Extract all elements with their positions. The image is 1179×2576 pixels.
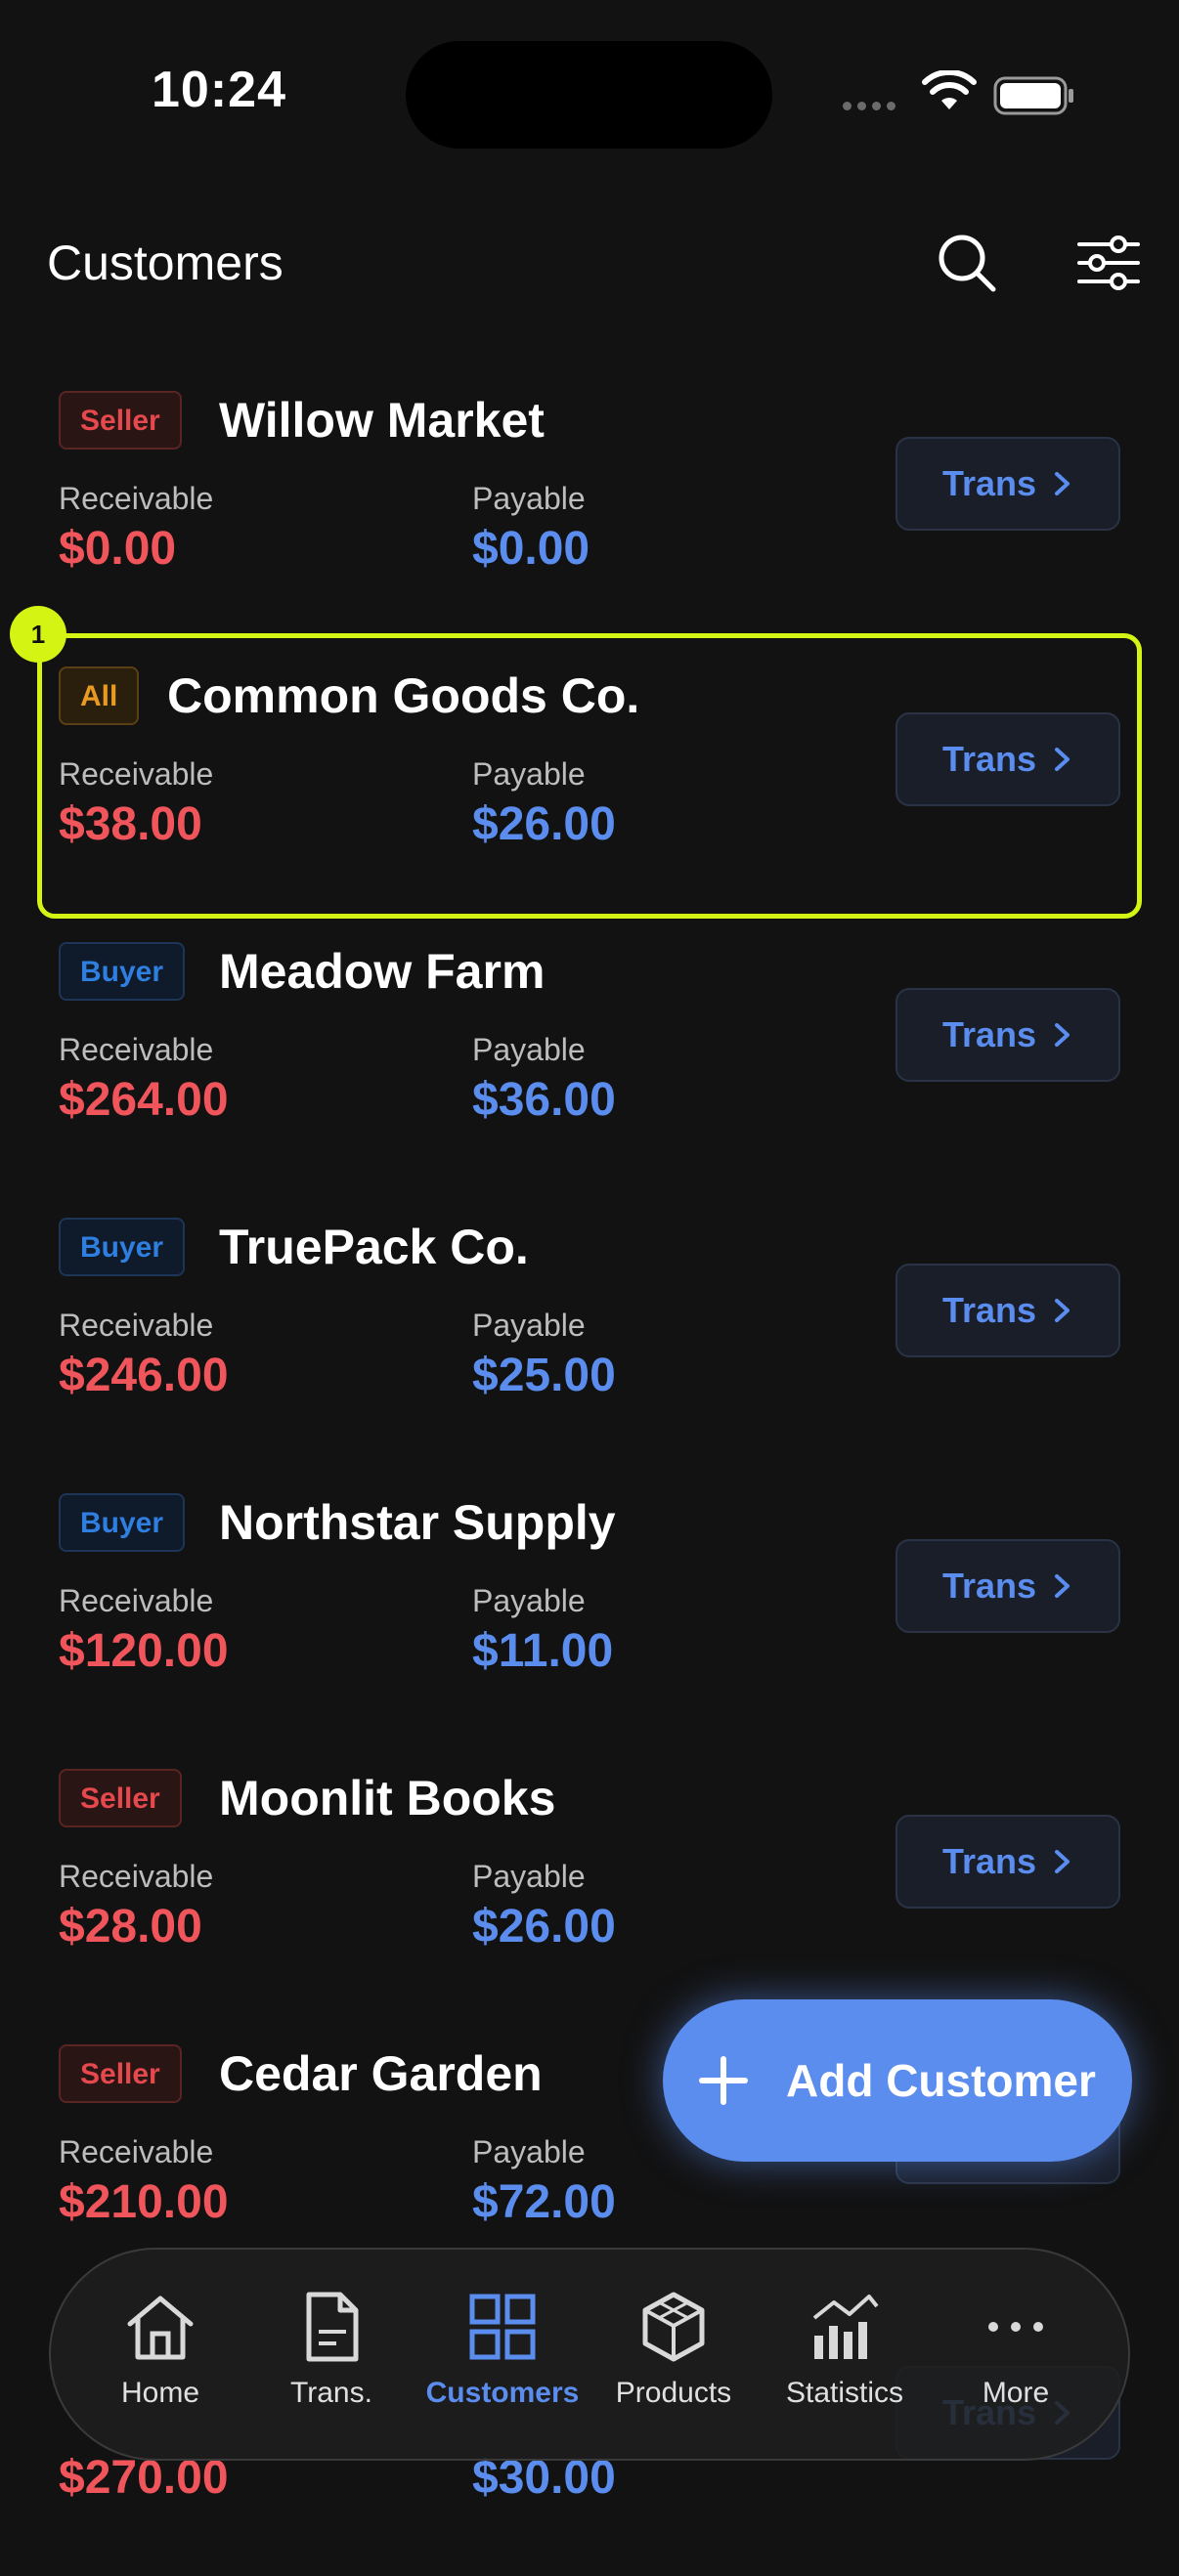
trans-button-label: Trans — [941, 463, 1037, 503]
page-title: Customers — [47, 236, 284, 290]
nav-label-home: Home — [120, 2377, 200, 2409]
payable-label: Payable — [472, 2134, 586, 2169]
payable-amount: $0.00 — [472, 523, 590, 575]
receivable-amount: $120.00 — [59, 1625, 229, 1677]
trans-button-label: Trans — [941, 1290, 1037, 1330]
customer-name: Willow Market — [219, 393, 545, 448]
signal-icon — [843, 102, 895, 110]
trans-button[interactable]: Trans — [895, 1815, 1120, 1909]
trans-button[interactable]: Trans — [895, 988, 1120, 1082]
chevron-right-icon — [1055, 1299, 1070, 1322]
payable-label: Payable — [472, 1032, 586, 1067]
customer-name: Meadow Farm — [219, 944, 546, 999]
customer-name: TruePack Co. — [219, 1220, 529, 1274]
highlight-number-badge: 1 — [10, 606, 66, 663]
home-icon — [127, 2296, 194, 2360]
chevron-right-icon — [1055, 1023, 1070, 1047]
nav-label-statistics: Statistics — [785, 2377, 904, 2409]
customer-row[interactable]: Seller Willow Market Receivable Payable … — [0, 371, 1179, 647]
customer-name: Cedar Garden — [219, 2046, 543, 2101]
type-badge: Seller — [59, 2044, 182, 2103]
receivable-label: Receivable — [59, 1032, 214, 1067]
nav-item-products[interactable]: Products — [590, 2289, 757, 2410]
payable-label: Payable — [472, 481, 586, 516]
trans-button[interactable]: Trans — [895, 437, 1120, 531]
cube-icon — [642, 2292, 705, 2362]
payable-label: Payable — [472, 1308, 586, 1343]
payable-amount: $26.00 — [472, 1901, 616, 1953]
add-customer-label: Add Customer — [786, 2055, 1096, 2106]
type-badge: Buyer — [59, 1493, 186, 1552]
payable-amount: $11.00 — [472, 1625, 614, 1677]
nav-item-more[interactable]: More — [933, 2289, 1099, 2410]
highlight-frame — [37, 633, 1142, 919]
payable-amount: $72.00 — [472, 2176, 616, 2228]
customer-row[interactable]: Buyer TruePack Co. Receivable Payable $2… — [0, 1198, 1179, 1474]
customer-name: Moonlit Books — [219, 1771, 556, 1825]
search-icon[interactable] — [935, 231, 999, 295]
type-badge: Buyer — [59, 942, 186, 1001]
customer-name: Northstar Supply — [219, 1495, 616, 1550]
receivable-label: Receivable — [59, 1308, 214, 1343]
grid-icon — [469, 2294, 536, 2360]
receivable-label: Receivable — [59, 1583, 214, 1618]
plus-icon — [699, 2056, 748, 2105]
add-customer-button[interactable]: Add Customer — [663, 1999, 1132, 2162]
nav-item-home[interactable]: Home — [77, 2289, 243, 2410]
battery-icon — [993, 76, 1073, 115]
wifi-icon — [922, 70, 977, 109]
payable-amount: $36.00 — [472, 1074, 616, 1126]
nav-item-customers[interactable]: Customers — [419, 2289, 586, 2410]
nav-label-customers: Customers — [425, 2377, 580, 2409]
chevron-right-icon — [1055, 1574, 1070, 1598]
payable-amount: $25.00 — [472, 1350, 616, 1401]
status-bar: 10:24 — [0, 0, 1179, 186]
trans-button[interactable]: Trans — [895, 1264, 1120, 1357]
receivable-amount: $246.00 — [59, 1350, 229, 1401]
more-icon — [988, 2322, 1043, 2332]
receivable-label: Receivable — [59, 481, 214, 516]
nav-label-products: Products — [615, 2377, 732, 2409]
receivable-amount: $264.00 — [59, 1074, 229, 1126]
chevron-right-icon — [1055, 1850, 1070, 1873]
customer-row[interactable]: Buyer Northstar Supply Receivable Payabl… — [0, 1474, 1179, 1749]
payable-label: Payable — [472, 1859, 586, 1894]
receivable-label: Receivable — [59, 1859, 214, 1894]
type-badge: Seller — [59, 1769, 182, 1827]
receivable-amount: $28.00 — [59, 1901, 202, 1953]
trans-button-label: Trans — [941, 1566, 1037, 1606]
trans-button-label: Trans — [941, 1841, 1037, 1881]
nav-label-trans: Trans. — [290, 2377, 372, 2409]
type-badge: Seller — [59, 391, 182, 450]
type-badge: Buyer — [59, 1218, 186, 1276]
nav-item-statistics[interactable]: Statistics — [762, 2289, 928, 2410]
chart-icon — [812, 2295, 879, 2359]
chevron-right-icon — [1055, 472, 1070, 495]
dynamic-island — [406, 41, 772, 149]
customer-row[interactable]: Seller Moonlit Books Receivable Payable … — [0, 1749, 1179, 2025]
customer-row[interactable]: Buyer Meadow Farm Receivable Payable $26… — [0, 923, 1179, 1198]
trans-button[interactable]: Trans — [895, 1539, 1120, 1633]
bottom-nav: Home Trans. Customers Products Statistic… — [49, 2248, 1130, 2461]
status-time: 10:24 — [152, 62, 286, 118]
receivable-label: Receivable — [59, 2134, 214, 2169]
document-icon — [306, 2292, 359, 2362]
sliders-icon[interactable] — [1075, 231, 1142, 295]
receivable-amount: $0.00 — [59, 523, 177, 575]
trans-button-label: Trans — [941, 1014, 1037, 1054]
nav-label-more: More — [982, 2377, 1050, 2409]
nav-item-trans[interactable]: Trans. — [248, 2289, 415, 2410]
payable-label: Payable — [472, 1583, 586, 1618]
receivable-amount: $210.00 — [59, 2176, 229, 2228]
